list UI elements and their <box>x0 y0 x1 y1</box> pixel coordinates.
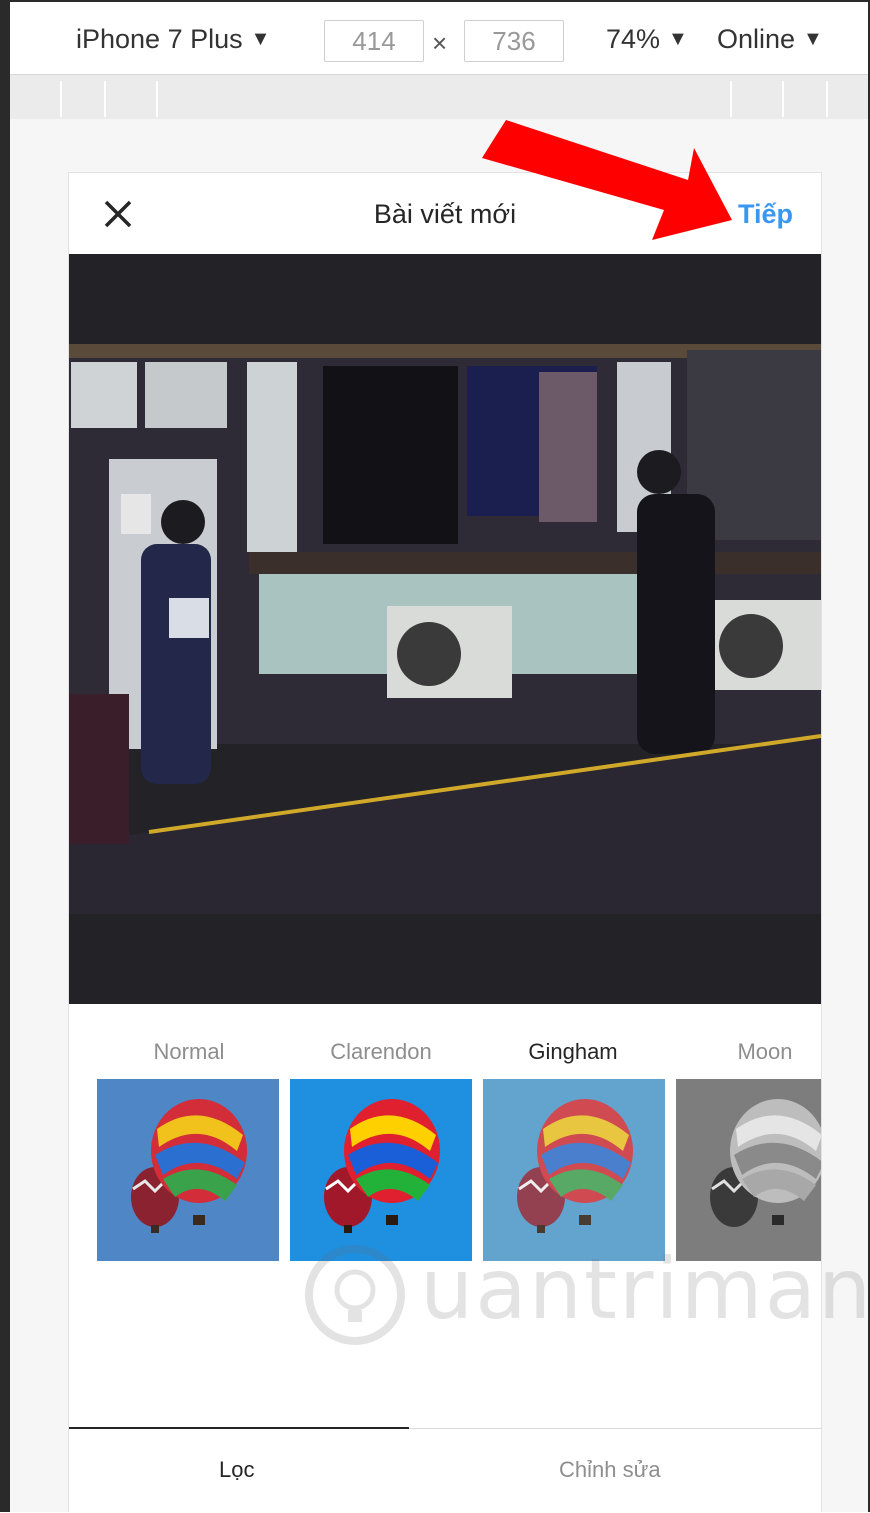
zoom-select-label: 74% <box>606 24 661 54</box>
device-select-label: iPhone 7 Plus <box>76 24 243 54</box>
hot-air-balloon-icon <box>483 1079 665 1261</box>
window-border-left <box>0 0 10 1512</box>
filter-label-gingham: Gingham <box>528 1039 618 1064</box>
filter-thumb-normal[interactable] <box>97 1079 279 1261</box>
photo-preview <box>69 254 822 1004</box>
tab-active-indicator <box>69 1427 409 1429</box>
filter-thumb-clarendon[interactable] <box>290 1079 472 1261</box>
filter-label-normal: Normal <box>153 1039 225 1064</box>
devtools-device-toolbar: iPhone 7 Plus ▼ 414 × 736 74% ▼ Online ▼ <box>10 2 868 75</box>
hot-air-balloon-icon <box>97 1079 279 1261</box>
tab-edit[interactable]: Chỉnh sửa <box>559 1457 661 1483</box>
red-arrow-icon <box>482 120 732 240</box>
media-query-bar[interactable] <box>10 75 868 119</box>
network-select-label: Online <box>717 24 796 54</box>
height-input[interactable]: 736 <box>464 20 564 62</box>
new-post-page: Bài viết mới Tiếp Normal Clarendon Gingh… <box>68 172 822 1512</box>
filter-thumb-gingham[interactable] <box>483 1079 665 1261</box>
width-input[interactable]: 414 <box>324 20 424 62</box>
filter-label-moon: Moon <box>737 1039 793 1064</box>
dropdown-caret-icon: ▼ <box>803 28 823 50</box>
device-select[interactable]: iPhone 7 Plus ▼ <box>76 24 270 55</box>
dropdown-caret-icon: ▼ <box>250 28 271 50</box>
zoom-select[interactable]: 74% ▼ <box>606 24 688 55</box>
tab-filter[interactable]: Lọc <box>219 1457 254 1483</box>
hot-air-balloon-icon <box>290 1079 472 1261</box>
filter-thumb-moon[interactable] <box>676 1079 821 1261</box>
filter-label-clarendon: Clarendon <box>330 1039 432 1064</box>
street-photo <box>69 254 822 1004</box>
network-throttle-select[interactable]: Online ▼ <box>717 24 823 55</box>
bottom-tabs: Lọc Chỉnh sửa <box>69 1427 821 1513</box>
dropdown-caret-icon: ▼ <box>668 28 688 50</box>
dimension-separator: × <box>432 28 448 58</box>
hot-air-balloon-icon <box>676 1079 821 1261</box>
